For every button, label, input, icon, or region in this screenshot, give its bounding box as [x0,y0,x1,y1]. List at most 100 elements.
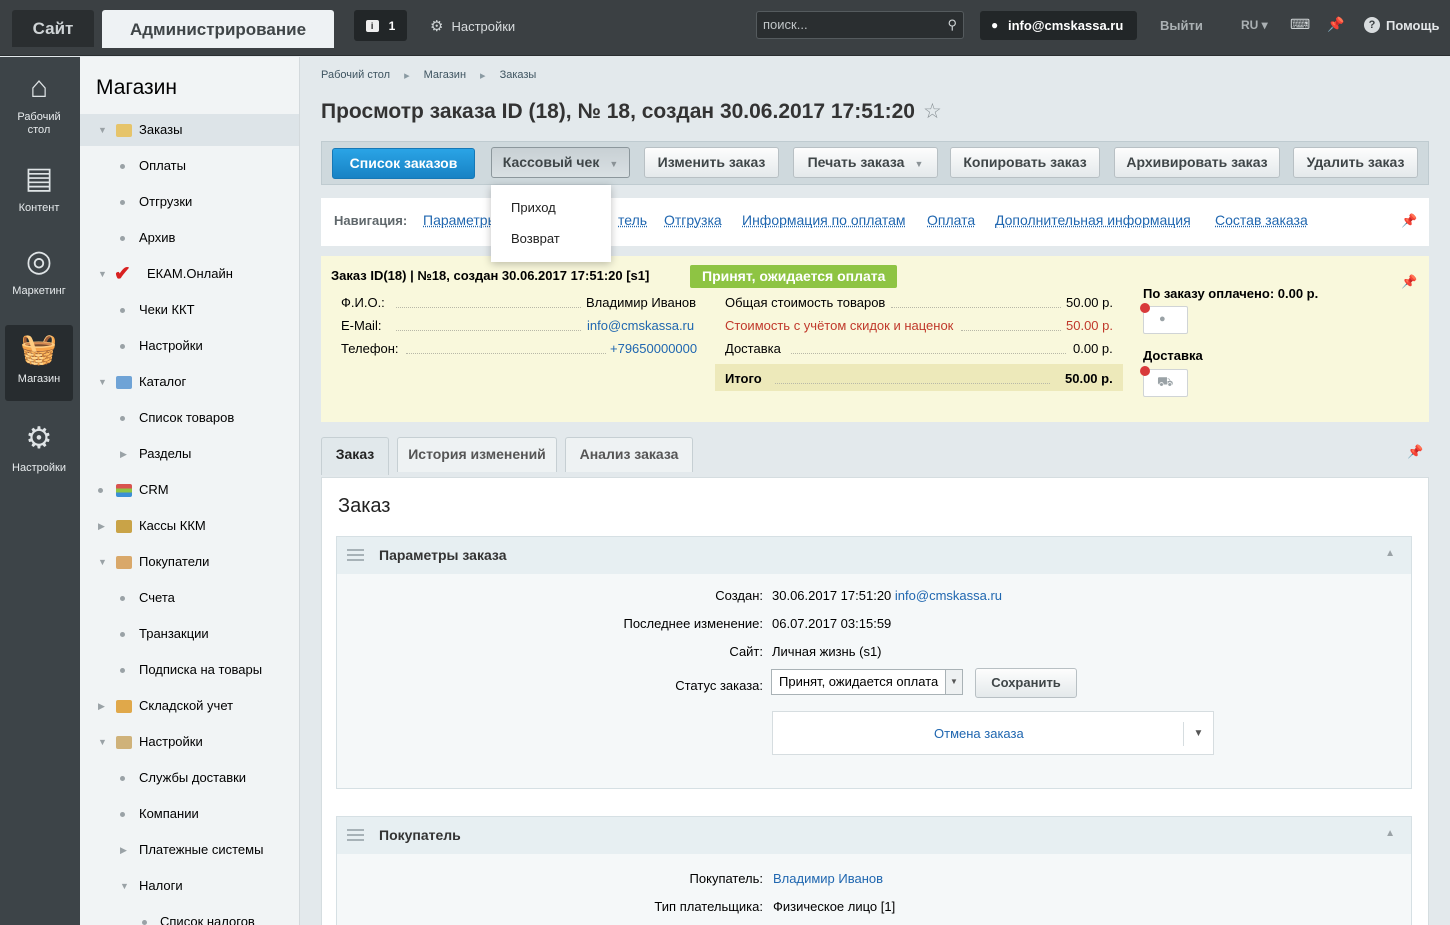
collapse-icon[interactable]: ▲ [1385,548,1395,559]
expand-arrow-icon[interactable]: ▼ [98,114,107,146]
bullet-icon [120,668,125,673]
nav-link-params[interactable]: Параметры [423,212,498,228]
sidebar-item-warehouse[interactable]: ▶ Складской учет [80,690,299,722]
expand-arrow-icon[interactable]: ▼ [98,258,107,290]
sidebar-item-sections[interactable]: ▶ Разделы [80,438,299,470]
sidebar-item-subscriptions[interactable]: Подписка на товары [80,654,299,686]
checkmark-icon: ✔ [114,263,131,285]
archive-order-button[interactable]: Архивировать заказ [1114,147,1280,178]
created-by-link[interactable]: info@cmskassa.ru [895,588,1002,603]
drag-handle-icon[interactable] [347,829,364,841]
nav-shop[interactable]: 🧺 Магазин [5,325,73,401]
sidebar-item-label: Настройки [139,734,203,749]
favorite-star-icon[interactable]: ☆ [923,100,942,123]
sidebar-item-catalog[interactable]: ▼ Каталог [80,366,299,398]
pin-icon[interactable]: 📌 [1327,16,1344,33]
expand-arrow-icon[interactable]: ▶ [98,690,105,722]
settings-link[interactable]: ⚙ Настройки [430,17,515,35]
nav-link-basket[interactable]: Состав заказа [1215,212,1308,228]
sidebar-item-payment-systems[interactable]: ▶ Платежные системы [80,834,299,866]
phone-label: Телефон: [341,341,399,356]
notifications-button[interactable]: i 1 [354,10,407,41]
collapse-icon[interactable]: ▲ [1385,828,1395,839]
tab-order[interactable]: Заказ [321,437,389,475]
logout-link[interactable]: Выйти [1160,18,1203,33]
sidebar-item-companies[interactable]: Компании [80,798,299,830]
sidebar-item-accounts[interactable]: Счета [80,582,299,614]
pin-icon[interactable]: 📌 [1401,213,1417,229]
pin-icon[interactable]: 📌 [1407,444,1423,460]
sidebar-item-delivery-services[interactable]: Службы доставки [80,762,299,794]
expand-arrow-icon[interactable]: ▼ [98,366,107,398]
nav-link-buyer[interactable]: тель [618,212,647,228]
sidebar-item-tax-list[interactable]: Список налогов [80,906,299,925]
order-list-button[interactable]: Список заказов [332,148,475,179]
breadcrumb-item[interactable]: Рабочий стол [321,69,390,82]
nav-settings[interactable]: ⚙ Настройки [5,420,73,480]
site-tab[interactable]: Сайт [12,10,94,47]
sidebar-item-taxes[interactable]: ▼ Налоги [80,870,299,902]
nav-desktop[interactable]: ⌂ Рабочий стол [5,69,73,144]
expand-arrow-icon[interactable]: ▶ [120,438,127,470]
search-icon[interactable]: ⚲ [947,12,957,38]
sidebar-item-shop-settings[interactable]: ▼ Настройки [80,726,299,758]
nav-link-payment-info[interactable]: Информация по оплатам [742,212,906,228]
expand-arrow-icon[interactable]: ▼ [98,546,107,578]
save-button[interactable]: Сохранить [975,668,1077,698]
edit-order-button[interactable]: Изменить заказ [644,147,779,178]
nav-link-shipment[interactable]: Отгрузка [664,212,722,228]
nav-content[interactable]: ▤ Контент [5,160,73,220]
receipt-menu-income[interactable]: Приход [511,200,556,215]
print-order-button[interactable]: Печать заказа ▼ [793,147,938,178]
sidebar-item-ekam-settings[interactable]: Настройки [80,330,299,362]
receipt-menu-refund[interactable]: Возврат [511,231,560,246]
receipt-dropdown-menu: Приход Возврат [491,185,611,262]
sidebar-item-transactions[interactable]: Транзакции [80,618,299,650]
sidebar-item-products[interactable]: Список товаров [80,402,299,434]
nav-link-additional-info[interactable]: Дополнительная информация [995,212,1191,228]
payment-status-box[interactable]: ● [1140,303,1188,334]
expand-arrow-icon[interactable]: ▶ [98,510,105,542]
cancel-order-link[interactable]: Отмена заказа [934,726,1024,741]
sidebar-item-shipments[interactable]: Отгрузки [80,186,299,218]
tab-history[interactable]: История изменений [397,437,557,472]
phone-link[interactable]: +79650000000 [610,341,697,356]
sidebar-item-orders[interactable]: ▼ Заказы [80,114,299,146]
language-select[interactable]: RU ▾ [1241,18,1268,32]
nav-marketing[interactable]: ◎ Маркетинг [5,243,73,303]
breadcrumb-item[interactable]: Магазин [424,69,466,82]
sidebar-item-archive[interactable]: Архив [80,222,299,254]
sidebar-item-ekam[interactable]: ▼ ✔ ЕКАМ.Онлайн [80,258,299,290]
sidebar-item-kkm[interactable]: ▶ Кассы ККМ [80,510,299,542]
nav-link-payment[interactable]: Оплата [927,212,975,228]
tab-analysis[interactable]: Анализ заказа [565,437,693,472]
user-menu[interactable]: ● info@cmskassa.ru [980,11,1137,40]
search-input[interactable]: поиск... ⚲ [756,11,964,39]
sidebar-item-crm[interactable]: CRM [80,474,299,506]
sidebar-item-receipts[interactable]: Чеки ККТ [80,294,299,326]
payment-icon: ● [1159,313,1166,325]
status-badge: Принят, ожидается оплата [690,265,898,288]
pin-icon[interactable]: 📌 [1401,274,1417,290]
expand-arrow-icon[interactable]: ▶ [120,834,127,866]
created-value: 30.06.2017 17:51:20 info@cmskassa.ru [772,588,1002,603]
sidebar-item-label: Службы доставки [139,770,247,785]
expand-arrow-icon[interactable]: ▼ [120,870,129,902]
chevron-down-icon[interactable]: ▼ [1183,722,1213,746]
shipping-status-box[interactable]: ⛟ [1140,366,1188,397]
keyboard-icon[interactable]: ⌨ [1290,16,1310,33]
main-content: Рабочий стол ▸ Магазин ▸ Заказы Просмотр з… [301,57,1450,925]
buyer-link[interactable]: Владимир Иванов [773,871,883,886]
sidebar-item-payments[interactable]: Оплаты [80,150,299,182]
drag-handle-icon[interactable] [347,549,364,561]
help-link[interactable]: ? Помощь [1364,17,1439,33]
status-select[interactable]: Принят, ожидается оплата ▼ [771,669,963,695]
delete-order-button[interactable]: Удалить заказ [1293,147,1418,178]
sidebar-item-customers[interactable]: ▼ Покупатели [80,546,299,578]
email-link[interactable]: info@cmskassa.ru [587,318,694,333]
admin-tab[interactable]: Администрирование [102,10,334,48]
expand-arrow-icon[interactable]: ▼ [98,726,107,758]
breadcrumb-item[interactable]: Заказы [500,69,537,82]
receipt-button[interactable]: Кассовый чек ▼ [491,147,630,178]
copy-order-button[interactable]: Копировать заказ [950,147,1100,178]
